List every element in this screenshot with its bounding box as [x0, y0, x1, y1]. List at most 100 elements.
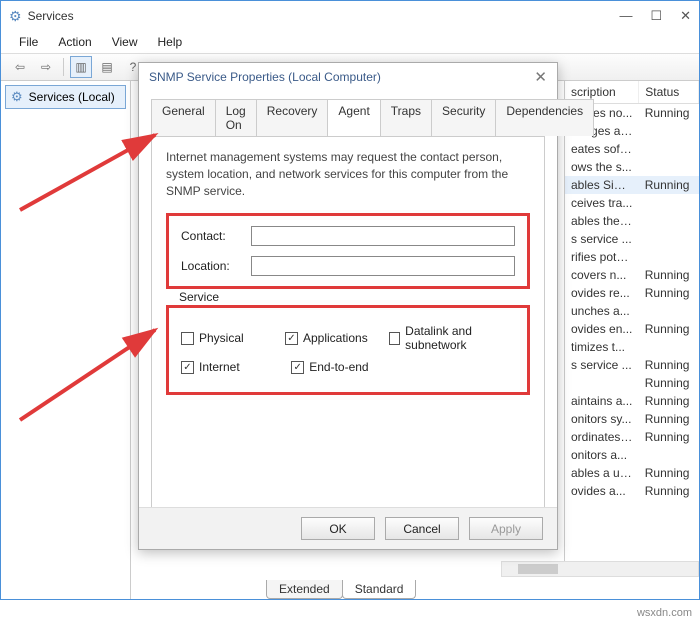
detail-view-button[interactable]: ▥ — [70, 56, 92, 78]
menubar: File Action View Help — [1, 31, 699, 53]
dialog-title: SNMP Service Properties (Local Computer) — [149, 70, 381, 84]
cell-status — [639, 122, 699, 140]
menu-file[interactable]: File — [11, 33, 46, 51]
dialog-titlebar[interactable]: SNMP Service Properties (Local Computer)… — [139, 63, 557, 91]
view-tabs: Extended Standard — [266, 577, 415, 599]
close-button[interactable]: ✕ — [680, 8, 691, 24]
location-label: Location: — [181, 259, 251, 273]
cell-status: Running — [639, 104, 699, 123]
cell-description: unches a... — [565, 302, 639, 320]
cell-status: Running — [639, 428, 699, 446]
cell-description: covers n... — [565, 266, 639, 284]
nav-tree: ⚙ Services (Local) — [1, 81, 131, 599]
cb-physical-label: Physical — [199, 331, 244, 345]
gear-icon: ⚙ — [11, 89, 23, 105]
cell-description: onitors a... — [565, 446, 639, 464]
maximize-button[interactable]: ☐ — [650, 8, 662, 24]
cell-status: Running — [639, 410, 699, 428]
table-row[interactable]: aintains a...Running — [565, 392, 699, 410]
checkbox-endtoend[interactable] — [291, 361, 304, 374]
cell-status — [639, 212, 699, 230]
properties-button[interactable]: ▤ — [96, 56, 118, 78]
cell-status: Running — [639, 464, 699, 482]
cell-status — [639, 140, 699, 158]
table-row[interactable]: ovides a...Running — [565, 482, 699, 500]
cb-endtoend-label: End-to-end — [309, 360, 368, 374]
cell-description: aintains a... — [565, 392, 639, 410]
cell-description: eates soft... — [565, 140, 639, 158]
table-row[interactable]: s service ... — [565, 230, 699, 248]
cell-status — [639, 230, 699, 248]
tab-dependencies[interactable]: Dependencies — [495, 99, 594, 136]
table-row[interactable]: eates soft... — [565, 140, 699, 158]
tab-agent[interactable]: Agent — [327, 99, 380, 136]
table-row[interactable]: s service ...Running — [565, 356, 699, 374]
tab-recovery[interactable]: Recovery — [256, 99, 329, 136]
cell-description: rifies pote... — [565, 248, 639, 266]
back-button[interactable]: ⇦ — [9, 56, 31, 78]
table-row[interactable]: ovides en...Running — [565, 320, 699, 338]
cell-status: Running — [639, 266, 699, 284]
ok-button[interactable]: OK — [301, 517, 375, 540]
checkbox-physical[interactable] — [181, 332, 194, 345]
table-row[interactable]: onitors sy...Running — [565, 410, 699, 428]
table-row[interactable]: ables a us...Running — [565, 464, 699, 482]
table-row[interactable]: Running — [565, 374, 699, 392]
snmp-properties-dialog: SNMP Service Properties (Local Computer)… — [138, 62, 558, 550]
table-row[interactable]: ables Sim...Running — [565, 176, 699, 194]
cb-datalink-label: Datalink and subnetwork — [405, 324, 515, 352]
separator — [63, 58, 64, 76]
apply-button[interactable]: Apply — [469, 517, 543, 540]
col-status[interactable]: Status — [639, 81, 699, 104]
forward-button[interactable]: ⇨ — [35, 56, 57, 78]
table-row[interactable]: rifies pote... — [565, 248, 699, 266]
tab-standard[interactable]: Standard — [342, 580, 417, 599]
cell-status — [639, 446, 699, 464]
dialog-footer: OK Cancel Apply — [139, 507, 557, 549]
table-row[interactable]: ables the ... — [565, 212, 699, 230]
service-legend: Service — [175, 290, 223, 304]
tab-traps[interactable]: Traps — [380, 99, 432, 136]
cb-applications-label: Applications — [303, 331, 368, 345]
tab-extended[interactable]: Extended — [266, 580, 343, 599]
menu-view[interactable]: View — [104, 33, 146, 51]
checkbox-applications[interactable] — [285, 332, 298, 345]
table-row[interactable]: covers n...Running — [565, 266, 699, 284]
cell-status — [639, 194, 699, 212]
titlebar[interactable]: ⚙ Services — ☐ ✕ — [1, 1, 699, 31]
location-input[interactable] — [251, 256, 515, 276]
cell-status: Running — [639, 356, 699, 374]
tab-general[interactable]: General — [151, 99, 216, 136]
contact-label: Contact: — [181, 229, 251, 243]
table-row[interactable]: timizes t... — [565, 338, 699, 356]
menu-action[interactable]: Action — [50, 33, 99, 51]
cancel-button[interactable]: Cancel — [385, 517, 459, 540]
table-row[interactable]: onitors a... — [565, 446, 699, 464]
table-row[interactable]: ovides re...Running — [565, 284, 699, 302]
minimize-button[interactable]: — — [619, 8, 632, 24]
cell-description: ovides a... — [565, 482, 639, 500]
cell-status: Running — [639, 284, 699, 302]
service-list[interactable]: scription Status ovides no...Runninganag… — [564, 81, 699, 575]
checkbox-datalink[interactable] — [389, 332, 400, 345]
table-row[interactable]: unches a... — [565, 302, 699, 320]
window-title: Services — [28, 9, 620, 23]
menu-help[interactable]: Help — [150, 33, 191, 51]
tab-logon[interactable]: Log On — [215, 99, 257, 136]
nav-services-local[interactable]: ⚙ Services (Local) — [5, 85, 126, 109]
cell-description: s service ... — [565, 230, 639, 248]
contact-input[interactable] — [251, 226, 515, 246]
checkbox-internet[interactable] — [181, 361, 194, 374]
cell-status — [639, 338, 699, 356]
cell-status: Running — [639, 374, 699, 392]
scroll-thumb[interactable] — [518, 564, 558, 574]
close-icon[interactable]: ✕ — [534, 68, 547, 86]
table-row[interactable]: ordinates ...Running — [565, 428, 699, 446]
tab-security[interactable]: Security — [431, 99, 496, 136]
horizontal-scrollbar[interactable] — [501, 561, 699, 577]
table-row[interactable]: ceives tra... — [565, 194, 699, 212]
cell-status — [639, 248, 699, 266]
gear-icon: ⚙ — [9, 8, 22, 25]
table-row[interactable]: ows the s... — [565, 158, 699, 176]
cell-description — [565, 374, 639, 392]
